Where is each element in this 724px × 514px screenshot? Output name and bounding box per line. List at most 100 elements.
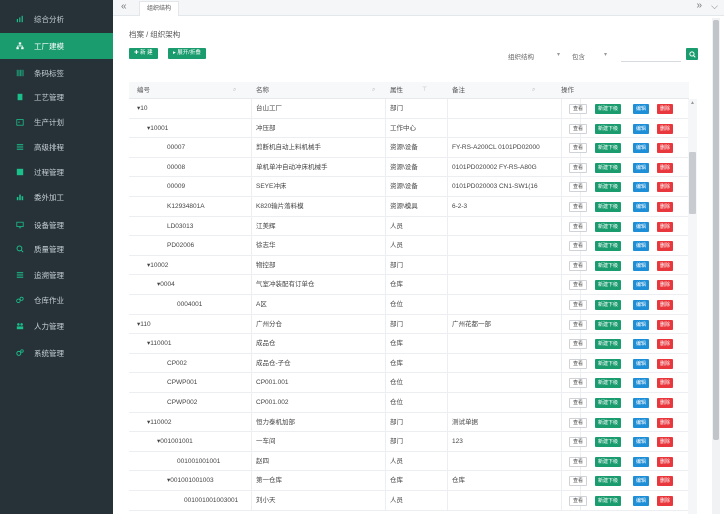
- view-button[interactable]: 查看: [569, 319, 588, 330]
- add-sub-button[interactable]: 新建下级: [595, 476, 622, 487]
- delete-button[interactable]: 删除: [657, 476, 674, 487]
- add-sub-button[interactable]: 新建下级: [595, 280, 622, 291]
- delete-button[interactable]: 删除: [657, 398, 674, 408]
- add-sub-button[interactable]: 新建下级: [595, 182, 622, 193]
- add-sub-button[interactable]: 新建下级: [595, 339, 622, 350]
- expand-collapse-button[interactable]: ▸ 展开/折叠: [168, 48, 206, 59]
- table-row[interactable]: 00007 剪断机自动上料机械手 资源\设备 FY-RS-A200CL 0101PD0…: [129, 138, 689, 158]
- table-row[interactable]: ▾10001 冲压部 工作中心 查看 新建下级 编辑 删除: [129, 118, 689, 139]
- table-row[interactable]: 001001001003001 刘小天 人员 查看 新建下级 编辑 删除: [129, 491, 689, 511]
- edit-button[interactable]: 编辑: [633, 339, 650, 350]
- edit-button[interactable]: 编辑: [633, 496, 650, 506]
- edit-button[interactable]: 编辑: [633, 104, 650, 114]
- edit-button[interactable]: 编辑: [633, 378, 650, 389]
- edit-button[interactable]: 编辑: [633, 182, 650, 193]
- sidebar-item-0[interactable]: 综合分析: [0, 6, 113, 32]
- sidebar-item-1[interactable]: 工厂建模: [0, 33, 113, 59]
- edit-button[interactable]: 编辑: [633, 221, 650, 232]
- table-row[interactable]: CPWP001 CP001.001 仓位 查看 新建下级 编辑 删除: [129, 373, 689, 393]
- tabs-scroll-left-button[interactable]: «: [121, 1, 127, 12]
- view-button[interactable]: 查看: [569, 260, 588, 271]
- add-sub-button[interactable]: 新建下级: [595, 456, 622, 467]
- table-row[interactable]: 00009 SEYE冲床 资源\设备 0101PD020003 CN1-SW1(16 查…: [129, 177, 689, 197]
- delete-button[interactable]: 删除: [657, 241, 674, 252]
- table-row[interactable]: CPWP002 CP001.002 仓位 查看 新建下级 编辑 删除: [129, 393, 689, 413]
- add-sub-button[interactable]: 新建下级: [595, 123, 622, 134]
- table-row[interactable]: LD03013 江美辉 人员 查看 新建下级 编辑 删除: [129, 216, 689, 237]
- delete-button[interactable]: 删除: [657, 358, 674, 369]
- view-button[interactable]: 查看: [569, 221, 588, 232]
- sidebar-item-10[interactable]: 追溯管理: [0, 262, 113, 288]
- table-row[interactable]: ▾110001 成品仓 仓库 查看 新建下级 编辑 删除: [129, 334, 689, 354]
- table-row[interactable]: ▾0004 气室冲装配有订单仓 仓库 查看 新建下级 编辑 删除: [129, 275, 689, 295]
- tabs-dropdown-button[interactable]: ⌵: [711, 1, 718, 12]
- view-button[interactable]: 查看: [569, 182, 588, 193]
- edit-button[interactable]: 编辑: [633, 437, 650, 448]
- sidebar-item-4[interactable]: 生产计划: [0, 109, 113, 135]
- sidebar-item-6[interactable]: 过程管理: [0, 159, 113, 185]
- add-sub-button[interactable]: 新建下级: [595, 104, 622, 114]
- header-code-search-icon[interactable]: ⌕: [233, 82, 236, 99]
- sidebar-item-11[interactable]: 仓库作业: [0, 287, 113, 313]
- page-scrollbar-thumb[interactable]: [713, 20, 719, 440]
- edit-button[interactable]: 编辑: [633, 280, 650, 291]
- add-sub-button[interactable]: 新建下级: [595, 319, 622, 330]
- add-sub-button[interactable]: 新建下级: [595, 417, 622, 428]
- delete-button[interactable]: 删除: [657, 280, 674, 291]
- edit-button[interactable]: 编辑: [633, 456, 650, 467]
- operator-select[interactable]: 包含: [572, 51, 585, 61]
- view-button[interactable]: 查看: [569, 398, 588, 408]
- delete-button[interactable]: 删除: [657, 456, 674, 467]
- table-row[interactable]: ▾001001001 一车间 部门 123 查看 新建下级 编辑 删除: [129, 432, 689, 452]
- add-sub-button[interactable]: 新建下级: [595, 358, 622, 369]
- delete-button[interactable]: 删除: [657, 496, 674, 506]
- table-row[interactable]: ▾10002 物控部 部门 查看 新建下级 编辑 删除: [129, 255, 689, 276]
- edit-button[interactable]: 编辑: [633, 123, 650, 134]
- edit-button[interactable]: 编辑: [633, 319, 650, 330]
- table-row[interactable]: 00008 单机单冲自动冲床机械手 资源\设备 0101PD020002 FY-RS-…: [129, 157, 689, 178]
- delete-button[interactable]: 删除: [657, 300, 674, 310]
- delete-button[interactable]: 删除: [657, 417, 674, 428]
- delete-button[interactable]: 删除: [657, 221, 674, 232]
- add-sub-button[interactable]: 新建下级: [595, 202, 622, 212]
- add-sub-button[interactable]: 新建下级: [595, 143, 622, 154]
- sidebar-item-5[interactable]: 高级排程: [0, 134, 113, 160]
- search-button[interactable]: [686, 48, 698, 60]
- add-sub-button[interactable]: 新建下级: [595, 221, 622, 232]
- delete-button[interactable]: 删除: [657, 143, 674, 154]
- edit-button[interactable]: 编辑: [633, 162, 650, 173]
- view-button[interactable]: 查看: [569, 280, 588, 291]
- view-button[interactable]: 查看: [569, 162, 588, 173]
- view-button[interactable]: 查看: [569, 417, 588, 428]
- view-button[interactable]: 查看: [569, 241, 588, 252]
- add-sub-button[interactable]: 新建下级: [595, 496, 622, 506]
- delete-button[interactable]: 删除: [657, 339, 674, 350]
- edit-button[interactable]: 编辑: [633, 358, 650, 369]
- view-button[interactable]: 查看: [569, 437, 588, 448]
- table-row[interactable]: 0004001 A区 仓位 查看 新建下级 编辑 删除: [129, 295, 689, 315]
- delete-button[interactable]: 删除: [657, 182, 674, 193]
- scroll-up-arrow-icon[interactable]: ▲: [690, 100, 695, 106]
- tabs-scroll-right-button[interactable]: »: [696, 0, 702, 11]
- add-sub-button[interactable]: 新建下级: [595, 437, 622, 448]
- view-button[interactable]: 查看: [569, 300, 588, 310]
- sidebar-item-12[interactable]: 人力管理: [0, 313, 113, 339]
- view-button[interactable]: 查看: [569, 123, 588, 134]
- edit-button[interactable]: 编辑: [633, 476, 650, 487]
- edit-button[interactable]: 编辑: [633, 300, 650, 310]
- add-sub-button[interactable]: 新建下级: [595, 378, 622, 389]
- sidebar-item-9[interactable]: 质量管理: [0, 236, 113, 262]
- header-attr-filter-icon[interactable]: ⊤: [422, 82, 427, 99]
- header-remark-search-icon[interactable]: ⌕: [532, 82, 535, 99]
- edit-button[interactable]: 编辑: [633, 241, 650, 252]
- table-row[interactable]: 001001001001 赵四 人员 查看 新建下级 编辑 删除: [129, 451, 689, 472]
- view-button[interactable]: 查看: [569, 378, 588, 389]
- new-button[interactable]: ✚ 新 建: [129, 48, 158, 59]
- field-select[interactable]: 组织结构: [508, 51, 534, 61]
- delete-button[interactable]: 删除: [657, 104, 674, 114]
- delete-button[interactable]: 删除: [657, 260, 674, 271]
- table-row[interactable]: ▾110 广州分仓 部门 广州花都一部 查看 新建下级 编辑 删除: [129, 314, 689, 335]
- table-row[interactable]: ▾001001001003 第一仓库 仓库 仓库 查看 新建下级 编辑 删除: [129, 471, 689, 491]
- filter-value-input[interactable]: [621, 61, 681, 62]
- view-button[interactable]: 查看: [569, 496, 588, 506]
